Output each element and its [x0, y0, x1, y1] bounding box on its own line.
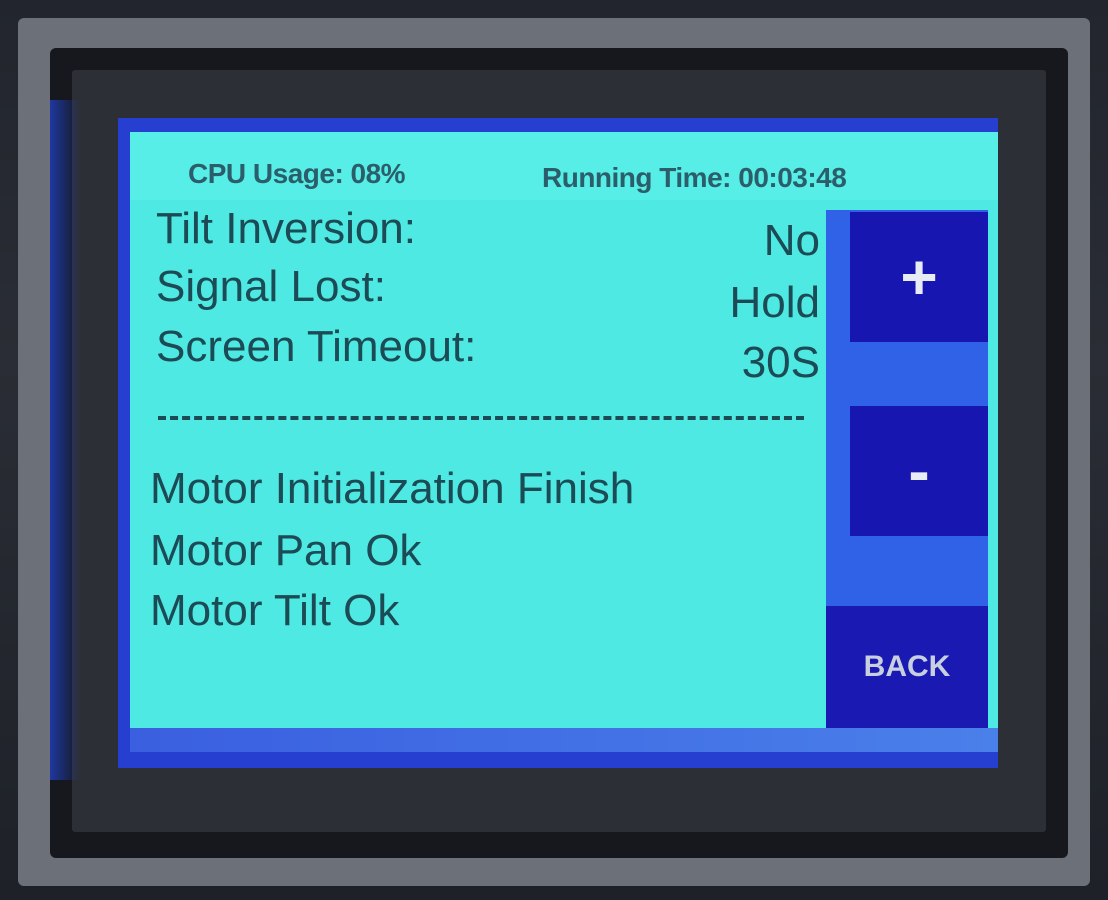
setting-label-signal-lost: Signal Lost: [156, 262, 386, 311]
cpu-usage-text: CPU Usage: 08% [188, 158, 406, 189]
lcd-screen: CPU Usage: 08% Running Time: 00:03:48 Ti… [130, 132, 998, 752]
decrement-button[interactable]: - [850, 406, 988, 536]
setting-label-tilt-inversion: Tilt Inversion: [156, 204, 417, 253]
status-message-motor-pan: Motor Pan Ok [150, 526, 422, 575]
increment-button[interactable]: + [850, 212, 988, 342]
status-message-motor-init: Motor Initialization Finish [150, 464, 635, 513]
status-message-motor-tilt: Motor Tilt Ok [150, 586, 400, 635]
screen-bottom-edge [130, 728, 998, 752]
setting-value-screen-timeout: 30S [741, 338, 820, 387]
setting-value-tilt-inversion: No [763, 216, 820, 265]
back-button[interactable]: BACK [826, 606, 988, 728]
status-bar: CPU Usage: 08% Running Time: 00:03:48 [130, 132, 998, 200]
running-time-text: Running Time: 00:03:48 [542, 162, 847, 193]
setting-label-screen-timeout: Screen Timeout: [156, 322, 477, 371]
backlight-glow [50, 100, 80, 780]
section-divider [158, 416, 804, 420]
device-housing: CPU Usage: 08% Running Time: 00:03:48 Ti… [0, 0, 1108, 900]
setting-value-signal-lost: Hold [729, 278, 821, 327]
